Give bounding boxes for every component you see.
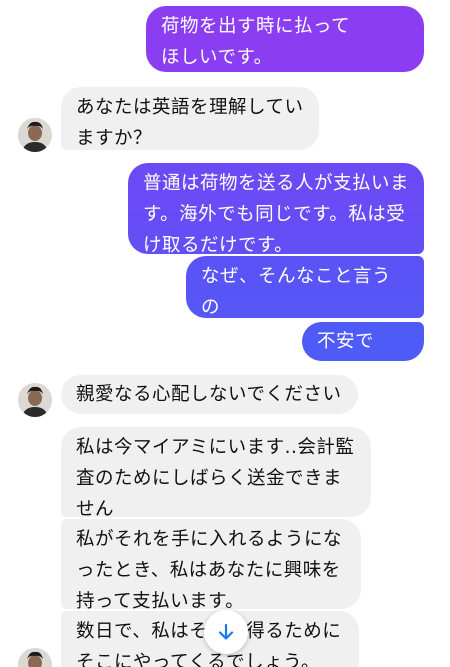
contact-avatar[interactable]: [18, 648, 52, 667]
message-bubble-received[interactable]: あなたは英語を理解してい ますか？: [61, 87, 319, 150]
message-bubble-sent[interactable]: 荷物を出す時に払って ほしいです。: [146, 6, 424, 72]
arrow-down-icon: [218, 623, 234, 640]
message-bubble-received[interactable]: 私は今マイアミにいます..会計監 査のためにしばらく送金できま せん: [61, 427, 371, 520]
contact-avatar[interactable]: [18, 118, 52, 152]
message-bubble-sent[interactable]: 不安です。: [302, 322, 424, 383]
message-bubble-received[interactable]: 親愛なる心配しないでください: [61, 375, 358, 414]
avatar-image: [18, 648, 52, 667]
message-bubble-sent[interactable]: 普通は荷物を送る人が支払いま す。海外でも同じです。私は受 け取るだけです。: [128, 163, 424, 256]
chat-screen: 荷物を出す時に払って ほしいです。 あなたは英語を理解してい ますか？ 普通は荷…: [0, 0, 450, 667]
contact-avatar[interactable]: [18, 383, 52, 417]
avatar-image: [18, 383, 52, 417]
message-bubble-sent[interactable]: なぜ、そんなこと言うの ですか？: [186, 256, 424, 349]
avatar-image: [18, 118, 52, 152]
scroll-to-bottom-button[interactable]: [204, 610, 248, 654]
message-bubble-received[interactable]: 私がそれを手に入れるようにな ったとき、私はあなたに興味を 持って支払います。: [61, 519, 361, 612]
